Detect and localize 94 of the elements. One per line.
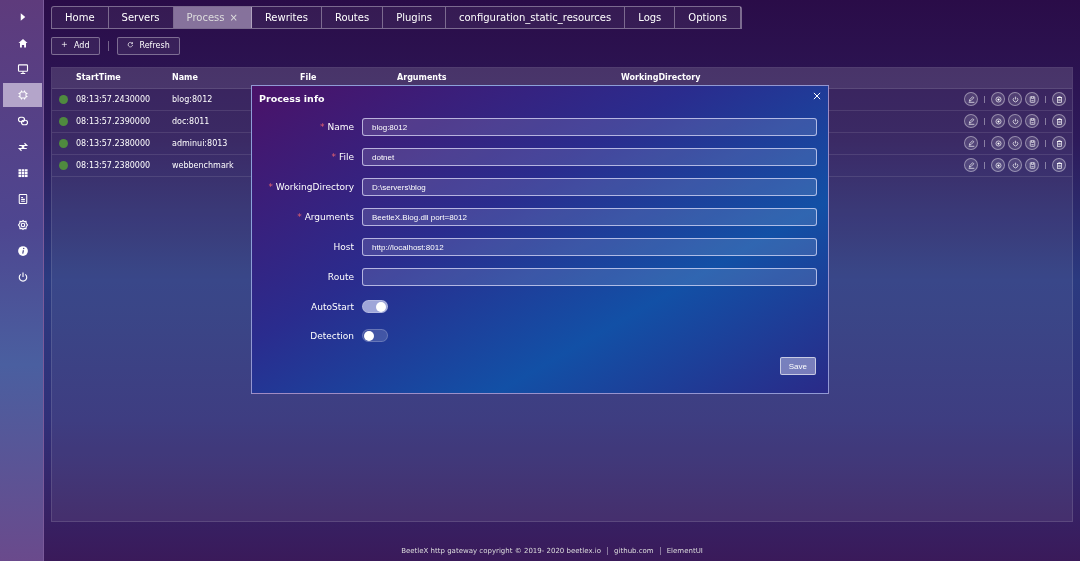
tab[interactable]: Options [675,7,741,28]
field-label: * File [331,152,354,162]
transfer-icon [16,141,29,153]
field-label: Route [327,272,354,282]
save-button[interactable] [1025,114,1039,129]
stop-icon [993,94,1003,104]
input-field[interactable]: D:\servers\blog [362,178,817,196]
stop-button[interactable] [991,136,1005,151]
toggle-switch[interactable] [362,300,388,313]
grid-icon [16,167,29,179]
save-button[interactable] [1025,136,1039,151]
column-header: Arguments [397,73,448,83]
save-icon [1027,138,1037,148]
tab[interactable]: Routes [321,7,384,28]
refresh-icon [126,41,136,51]
edit-icon [966,94,976,104]
power-button[interactable] [1008,136,1022,151]
input-field[interactable]: dotnet [362,148,817,166]
edit-button[interactable] [964,92,978,107]
edit-icon [966,160,976,170]
input-field[interactable]: http://localhost:8012 [362,238,817,256]
edit-icon [966,116,976,126]
column-header: StartTime [76,73,122,83]
table-cell: blog:8012 [172,94,213,104]
power-icon [16,271,29,283]
power-icon [1010,116,1020,126]
tab[interactable]: configuration_static_resources [445,7,626,28]
switch-label: AutoStart [311,301,354,312]
delete-button[interactable] [1052,114,1066,129]
stop-button[interactable] [991,158,1005,173]
delete-icon [1054,160,1064,170]
table-cell: 08:13:57.2430000 [76,94,151,104]
field-label: * Name [320,122,354,132]
stop-button[interactable] [991,114,1005,129]
column-header: WorkingDirectory [621,73,702,83]
save-icon [1027,160,1037,170]
edit-button[interactable] [964,114,978,129]
stop-button[interactable] [991,92,1005,107]
settings-icon [16,219,29,231]
stop-icon [993,116,1003,126]
delete-button[interactable] [1052,136,1066,151]
tab[interactable]: Plugins [383,7,446,28]
field-label: * Arguments [297,212,354,222]
power-icon [1010,94,1020,104]
field-label: * WorkingDirectory [268,182,354,192]
close-icon [812,91,822,101]
stop-icon [993,160,1003,170]
table-cell: doc:8011 [172,116,210,126]
link-icon [16,115,29,127]
tab[interactable]: Rewrites [251,7,322,28]
tab[interactable]: Servers [108,7,174,28]
document-icon [16,193,29,205]
column-header: File [300,73,318,83]
chip-icon [16,89,29,101]
monitor-icon [16,63,29,75]
close-button[interactable] [812,91,822,101]
delete-button[interactable] [1052,92,1066,107]
power-icon [1010,160,1020,170]
info-icon [16,245,29,257]
tab[interactable]: Logs [625,7,676,28]
save-icon [1027,116,1037,126]
dialog-title: Process info [259,93,325,104]
stop-icon [993,138,1003,148]
input-field[interactable]: blog:8012 [362,118,817,136]
table-cell: 08:13:57.2380000 [76,138,151,148]
add-button[interactable]: Add [51,36,100,55]
delete-icon [1054,116,1064,126]
delete-icon [1054,138,1064,148]
edit-button[interactable] [964,158,978,173]
column-header: Name [172,73,199,83]
refresh-button[interactable]: Refresh [116,36,180,55]
edit-icon [966,138,976,148]
tab[interactable]: Home [52,7,109,28]
save-button[interactable] [1025,158,1039,173]
table-cell: 08:13:57.2390000 [76,116,151,126]
delete-button[interactable] [1052,158,1066,173]
input-field[interactable] [362,268,817,286]
edit-button[interactable] [964,136,978,151]
table-cell: webbenchmark [172,160,234,170]
switch-label: Detection [310,330,354,341]
field-label: Host [333,242,354,252]
home-icon [16,37,29,49]
save-icon [1027,94,1037,104]
save-button[interactable] [1025,92,1039,107]
table-cell: 08:13:57.2380000 [76,160,151,170]
table-cell: adminui:8013 [172,138,228,148]
delete-icon [1054,94,1064,104]
toggle-switch[interactable] [362,329,388,342]
save-button[interactable]: Save [779,357,816,375]
power-button[interactable] [1008,92,1022,107]
input-field[interactable]: BeetleX.Blog.dll port=8012 [362,208,817,226]
power-button[interactable] [1008,114,1022,129]
power-button[interactable] [1008,158,1022,173]
power-icon [1010,138,1020,148]
